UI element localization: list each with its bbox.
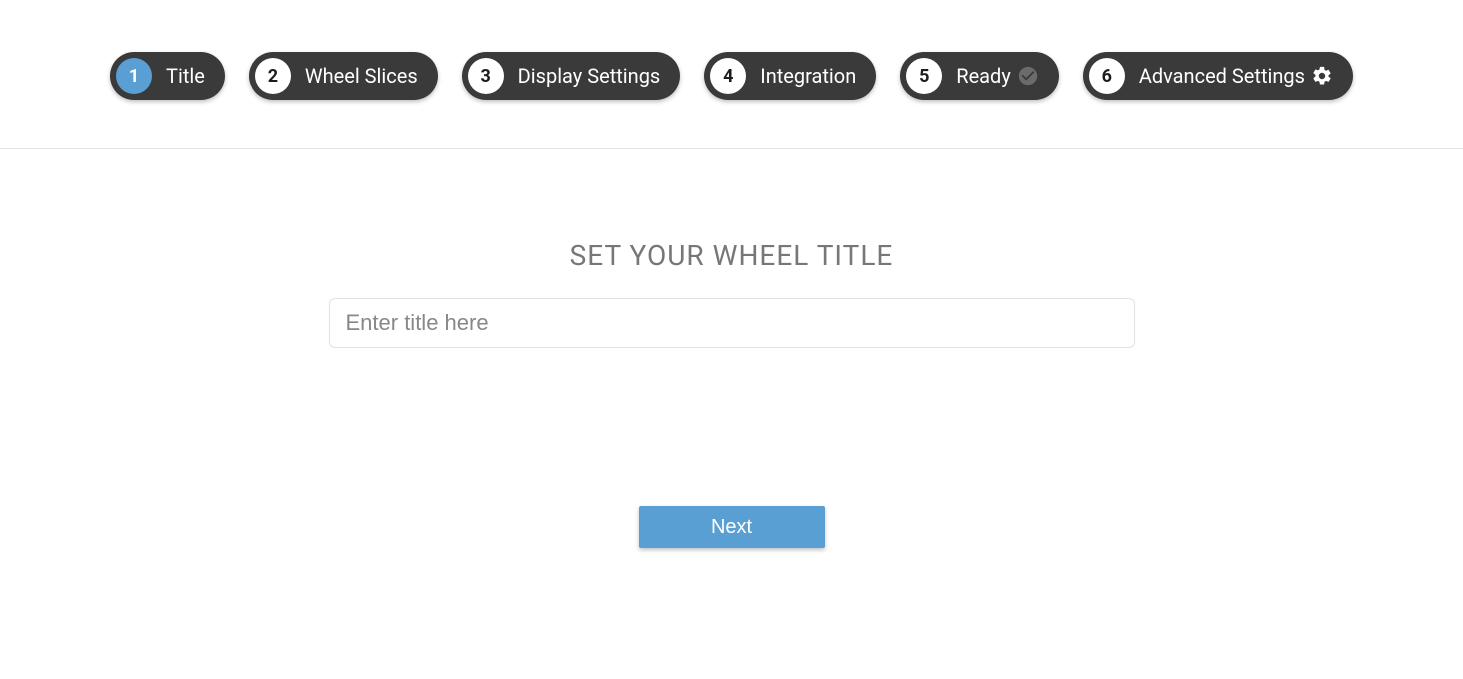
step-label: Ready	[956, 64, 1011, 88]
step-label: Title	[166, 64, 205, 88]
wheel-title-input[interactable]	[329, 298, 1135, 348]
check-icon	[1017, 65, 1039, 87]
step-wheel-slices[interactable]: 2 Wheel Slices	[249, 52, 438, 100]
main-content: SET YOUR WHEEL TITLE Next	[0, 149, 1463, 548]
step-title[interactable]: 1 Title	[110, 52, 225, 100]
step-label: Display Settings	[518, 64, 661, 88]
stepper: 1 Title 2 Wheel Slices 3 Display Setting…	[0, 0, 1463, 149]
step-number-badge: 1	[116, 58, 152, 94]
gear-icon	[1311, 65, 1333, 87]
next-button[interactable]: Next	[639, 506, 825, 548]
step-integration[interactable]: 4 Integration	[704, 52, 876, 100]
step-label: Wheel Slices	[305, 64, 418, 88]
step-number-badge: 5	[906, 58, 942, 94]
step-number-badge: 3	[468, 58, 504, 94]
step-display-settings[interactable]: 3 Display Settings	[462, 52, 681, 100]
step-label: Integration	[760, 64, 856, 88]
step-number-badge: 4	[710, 58, 746, 94]
step-number-badge: 6	[1089, 58, 1125, 94]
step-label: Advanced Settings	[1139, 64, 1305, 88]
step-number-badge: 2	[255, 58, 291, 94]
step-ready[interactable]: 5 Ready	[900, 52, 1059, 100]
step-advanced-settings[interactable]: 6 Advanced Settings	[1083, 52, 1353, 100]
page-title: SET YOUR WHEEL TITLE	[570, 239, 894, 272]
